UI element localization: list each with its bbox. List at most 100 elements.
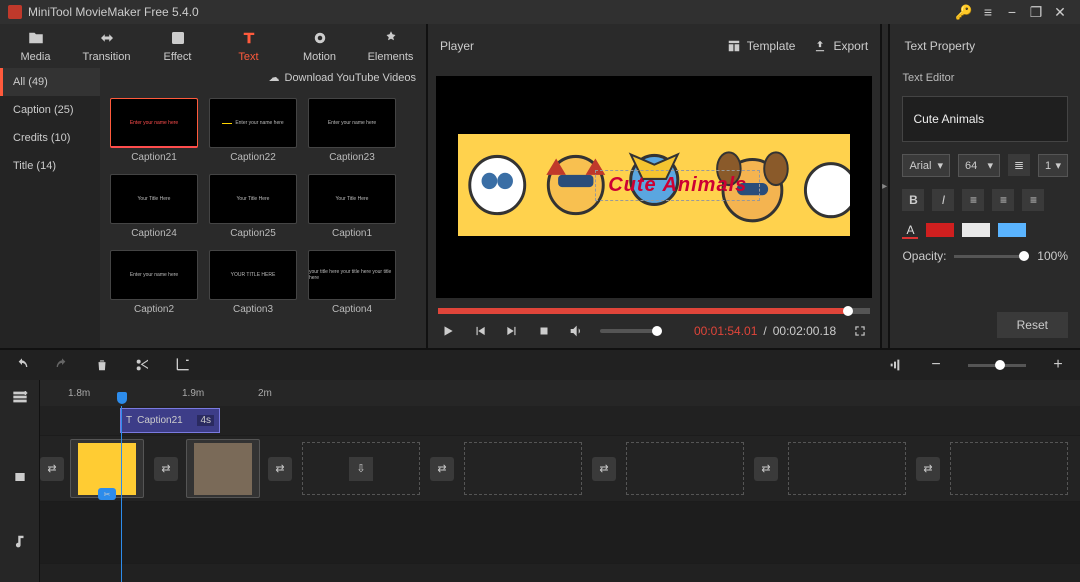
window-maximize-icon[interactable]: ❐	[1024, 0, 1048, 24]
audio-track-icon[interactable]	[0, 510, 39, 572]
italic-button[interactable]: I	[932, 189, 954, 211]
window-minimize-icon[interactable]: −	[1000, 0, 1024, 24]
progress-bar[interactable]	[438, 308, 870, 314]
text-clip-caption21[interactable]: T Caption21 4s	[120, 408, 220, 433]
window-close-icon[interactable]: ✕	[1048, 0, 1072, 24]
tab-effect[interactable]: Effect	[142, 24, 213, 68]
volume-slider[interactable]	[600, 329, 662, 333]
license-key-icon[interactable]: 🔑	[952, 0, 976, 24]
transition-slot-3[interactable]: ⇄	[430, 457, 454, 481]
download-youtube-link[interactable]: ☁ Download YouTube Videos	[269, 71, 417, 84]
zoom-out-button[interactable]: −	[928, 357, 944, 373]
tab-transition[interactable]: Transition	[71, 24, 142, 68]
video-track-icon[interactable]	[0, 444, 39, 510]
opacity-slider[interactable]	[954, 255, 1029, 258]
hamburger-menu-icon[interactable]: ≡	[976, 0, 1000, 24]
sidebar-item-credits[interactable]: Credits (10)	[0, 124, 100, 152]
align-center-button[interactable]: ≡	[992, 189, 1014, 211]
thumb-caption24[interactable]: Your Title Here	[110, 174, 198, 224]
empty-slot-4[interactable]	[788, 442, 906, 495]
empty-slot-1[interactable]: ⇩	[302, 442, 420, 495]
split-badge-icon[interactable]: ✂	[98, 488, 116, 500]
preview-text-overlay[interactable]: Cute Animals	[595, 170, 760, 201]
sidebar-item-all[interactable]: All (49)	[0, 68, 100, 96]
tab-motion[interactable]: Motion	[284, 24, 355, 68]
chevron-down-icon: ▾	[987, 159, 993, 172]
timeline-panel: − + 1.8m 1.9m 2m Track1 T Caption21	[0, 348, 1080, 582]
font-size-select[interactable]: 64▾	[958, 154, 1000, 177]
delete-button[interactable]	[94, 357, 110, 373]
reset-button[interactable]: Reset	[997, 312, 1068, 338]
sidebar-item-title[interactable]: Title (14)	[0, 152, 100, 180]
player-label: Player	[440, 39, 474, 53]
tab-elements[interactable]: Elements	[355, 24, 426, 68]
titlebar: MiniTool MovieMaker Free 5.4.0 🔑 ≡ − ❐ ✕	[0, 0, 1080, 24]
align-left-button[interactable]: ≡	[962, 189, 984, 211]
zoom-slider[interactable]	[968, 364, 1026, 367]
zoom-in-button[interactable]: +	[1050, 357, 1066, 373]
transition-icon	[98, 29, 116, 47]
template-button[interactable]: Template	[727, 39, 796, 53]
text-track-row[interactable]: Track1 T Caption21 4s	[40, 406, 1080, 436]
align-right-button[interactable]: ≡	[1022, 189, 1044, 211]
speed-button[interactable]	[888, 357, 904, 373]
timecode-total: 00:02:00.18	[773, 324, 836, 338]
collapse-right-panel[interactable]: ▸	[882, 24, 890, 348]
sidebar-item-caption[interactable]: Caption (25)	[0, 96, 100, 124]
thumb-caption2[interactable]: Enter your name here	[110, 250, 198, 300]
fullscreen-button[interactable]	[852, 323, 868, 339]
font-family-select[interactable]: Arial▾	[902, 154, 950, 177]
undo-button[interactable]	[14, 357, 30, 373]
audio-track-row[interactable]	[40, 502, 1080, 564]
transition-slot-4[interactable]: ⇄	[592, 457, 616, 481]
video-clip-1[interactable]: ✂	[70, 439, 144, 498]
tab-media[interactable]: Media	[0, 24, 71, 68]
cloud-download-icon: ☁	[269, 71, 280, 84]
timeline-ruler[interactable]: 1.8m 1.9m 2m	[40, 380, 1080, 406]
chevron-down-icon: ▾	[1055, 159, 1061, 172]
transition-slot-5[interactable]: ⇄	[754, 457, 778, 481]
thumb-caption25[interactable]: Your Title Here	[209, 174, 297, 224]
transition-slot-0[interactable]: ⇄	[40, 457, 64, 481]
playhead-handle[interactable]	[117, 392, 127, 404]
motion-icon	[311, 29, 329, 47]
text-content-input[interactable]	[902, 96, 1068, 142]
crop-button[interactable]	[174, 357, 190, 373]
add-track-button[interactable]	[0, 380, 39, 414]
text-icon	[240, 29, 258, 47]
prev-frame-button[interactable]	[472, 323, 488, 339]
empty-slot-3[interactable]	[626, 442, 744, 495]
clip-thumbnail	[78, 443, 136, 495]
thumb-caption3[interactable]: YOUR TITLE HERE	[209, 250, 297, 300]
fill-color-swatch[interactable]	[926, 223, 954, 237]
stop-button[interactable]	[536, 323, 552, 339]
line-spacing-icon[interactable]: ≣	[1008, 154, 1030, 176]
highlight-color-swatch[interactable]	[998, 223, 1026, 237]
transition-slot-2[interactable]: ⇄	[268, 457, 292, 481]
next-frame-button[interactable]	[504, 323, 520, 339]
volume-icon[interactable]	[568, 323, 584, 339]
transition-slot-1[interactable]: ⇄	[154, 457, 178, 481]
preview-stage[interactable]: Cute Animals	[436, 76, 872, 298]
tab-text[interactable]: Text	[213, 24, 284, 68]
elements-icon	[382, 29, 400, 47]
transition-slot-6[interactable]: ⇄	[916, 457, 940, 481]
bg-color-swatch[interactable]	[962, 223, 990, 237]
thumb-caption22[interactable]: Enter your name here	[209, 98, 297, 148]
line-spacing-select[interactable]: 1▾	[1038, 154, 1068, 177]
thumb-caption4[interactable]: your title here your title here your tit…	[308, 250, 396, 300]
thumb-caption1[interactable]: Your Title Here	[308, 174, 396, 224]
thumb-caption23[interactable]: Enter your name here	[308, 98, 396, 148]
empty-slot-2[interactable]	[464, 442, 582, 495]
text-color-button[interactable]: A	[902, 223, 918, 237]
thumb-caption21[interactable]: Enter your name here	[110, 98, 198, 148]
bold-button[interactable]: B	[902, 189, 924, 211]
redo-button[interactable]	[54, 357, 70, 373]
split-button[interactable]	[134, 357, 150, 373]
props-title: Text Property	[890, 24, 1080, 68]
empty-slot-5[interactable]	[950, 442, 1068, 495]
export-button[interactable]: Export	[813, 39, 868, 53]
video-clip-2[interactable]	[186, 439, 260, 498]
play-button[interactable]	[440, 323, 456, 339]
video-track-row[interactable]: ⇄ ✂ ⇄ ⇄ ⇩ ⇄ ⇄ ⇄ ⇄	[40, 436, 1080, 502]
